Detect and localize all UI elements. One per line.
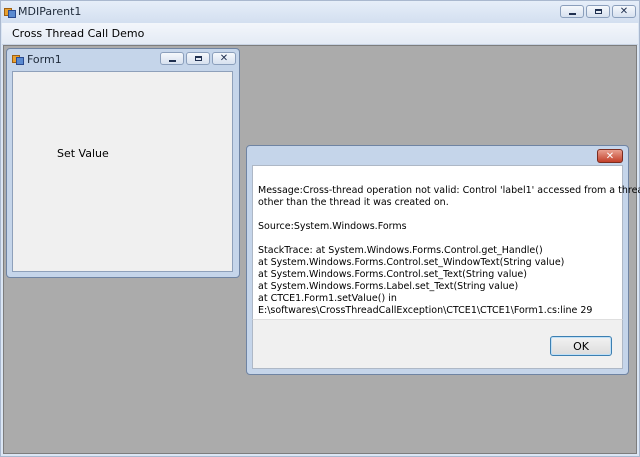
menu-cross-thread-call-demo[interactable]: Cross Thread Call Demo <box>12 27 144 40</box>
child-title: Form1 <box>27 53 62 66</box>
child-minimize-button[interactable] <box>160 52 184 65</box>
stacktrace-line: at CTCE1.Form1.setValue() in <box>258 293 397 304</box>
form-icon <box>12 53 24 65</box>
parent-minimize-button[interactable] <box>560 5 584 18</box>
parent-title: MDIParent1 <box>18 5 82 18</box>
restore-icon <box>594 9 602 14</box>
minimize-icon <box>168 59 176 62</box>
close-icon: ✕ <box>619 6 629 17</box>
set-value-label: Set Value <box>57 147 109 160</box>
dialog-close-button[interactable]: ✕ <box>597 149 623 163</box>
parent-titlebar[interactable]: MDIParent1 ✕ <box>1 1 639 23</box>
dialog-message-area: Message:Cross-thread operation not valid… <box>252 165 640 319</box>
stacktrace-line: at System.Windows.Forms.Control.set_Wind… <box>258 257 565 268</box>
minimize-icon <box>568 12 576 15</box>
child-close-button[interactable]: ✕ <box>212 52 236 65</box>
ok-button[interactable]: OK <box>550 336 612 356</box>
child-form-window: Form1 ✕ Set Value <box>6 48 240 278</box>
child-titlebar[interactable]: Form1 ✕ <box>7 49 239 69</box>
message-line: Message:Cross-thread operation not valid… <box>258 185 640 196</box>
close-icon: ✕ <box>605 150 615 162</box>
stacktrace-line: at System.Windows.Forms.Control.set_Text… <box>258 269 527 280</box>
dialog-titlebar[interactable] <box>247 146 628 165</box>
stacktrace-line: at System.Windows.Forms.Label.set_Text(S… <box>258 281 519 292</box>
error-dialog: ✕ Message:Cross-thread operation not val… <box>246 145 640 375</box>
restore-icon <box>194 56 202 61</box>
source-line: Source:System.Windows.Forms <box>258 221 407 232</box>
app-icon <box>4 6 16 18</box>
stacktrace-line: StackTrace: at System.Windows.Forms.Cont… <box>258 245 543 256</box>
message-line: other than the thread it was created on. <box>258 197 449 208</box>
parent-close-button[interactable]: ✕ <box>612 5 636 18</box>
stacktrace-line: E:\softwares\CrossThreadCallException\CT… <box>258 305 593 316</box>
parent-maximize-button[interactable] <box>586 5 610 18</box>
close-icon: ✕ <box>219 53 229 64</box>
dialog-button-area: OK <box>252 319 623 369</box>
child-client-area: Set Value <box>12 71 233 272</box>
menu-bar: Cross Thread Call Demo <box>2 23 638 45</box>
child-maximize-button[interactable] <box>186 52 210 65</box>
